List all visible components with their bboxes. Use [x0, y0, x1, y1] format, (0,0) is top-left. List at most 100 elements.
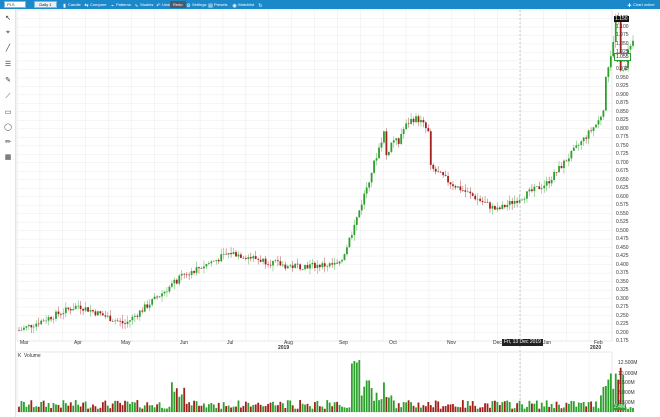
candle-body — [373, 160, 375, 173]
candle-body — [457, 186, 459, 188]
presets-button[interactable]: ▤Presets — [208, 1, 228, 9]
redo-button[interactable]: Redo — [170, 1, 186, 8]
redo-label: Redo — [173, 2, 183, 7]
candle-body — [166, 291, 168, 293]
brush-icon[interactable]: ✎ — [4, 77, 12, 85]
price-chart[interactable] — [16, 9, 660, 417]
candle-body — [207, 263, 210, 265]
candle-body — [212, 260, 215, 262]
price-tick-label: 0.925 — [616, 83, 629, 90]
line-icon[interactable]: ╱ — [4, 45, 12, 53]
candle — [358, 209, 361, 218]
price-tick-label: 0.575 — [616, 202, 629, 209]
volume-bar — [434, 400, 437, 412]
volume-bar — [42, 400, 45, 412]
volume-collapse-icon[interactable]: K — [18, 353, 21, 359]
settings-button[interactable]: ⚙Settings — [186, 1, 206, 9]
volume-bar — [604, 385, 607, 412]
candle-body — [400, 133, 403, 144]
volume-bar — [129, 403, 131, 412]
crosshair-icon[interactable]: ⌖ — [4, 29, 12, 37]
candle-body — [23, 327, 25, 330]
candle-body — [47, 317, 50, 321]
volume-bar — [35, 406, 38, 412]
candle-body — [590, 130, 592, 132]
candle-body — [62, 313, 65, 315]
patterns-button[interactable]: ⌁ Patterns — [110, 1, 131, 9]
volume-bar — [355, 362, 358, 412]
price-tick-label: 0.775 — [616, 134, 629, 141]
candle-body — [538, 186, 541, 190]
volume-bar — [494, 400, 496, 412]
candle-body — [513, 200, 516, 204]
trendline-icon[interactable]: ⟋ — [4, 93, 12, 101]
candle-body — [267, 264, 269, 265]
volume-bar — [212, 404, 215, 412]
candle-body — [129, 320, 131, 322]
symbol-input[interactable]: PLS — [4, 1, 26, 8]
month-label: May — [121, 340, 131, 346]
candle-body — [109, 315, 112, 322]
volume-bar — [225, 406, 228, 412]
volume-bar — [205, 407, 208, 412]
volume-bar — [513, 408, 516, 412]
candle-body — [498, 207, 501, 210]
candle — [604, 76, 607, 112]
candle-body — [220, 254, 223, 262]
volume-bar — [286, 400, 289, 412]
candle-body — [501, 204, 504, 210]
volume-bar — [469, 405, 472, 412]
candle-body — [454, 186, 457, 188]
candle-body — [474, 195, 477, 200]
candle-body — [309, 264, 311, 269]
price-tick-label: 0.525 — [616, 219, 629, 226]
candle-body — [558, 165, 560, 173]
candle-body — [353, 224, 356, 236]
volume-bar — [484, 403, 486, 412]
volume-bar — [279, 401, 282, 412]
volume-bar — [400, 407, 403, 412]
candle — [87, 307, 89, 313]
candle-body — [506, 204, 509, 208]
rectangle-icon[interactable]: ▭ — [4, 109, 12, 117]
volume-bar — [407, 400, 410, 412]
month-label: Mar — [20, 340, 29, 346]
candle-body — [200, 268, 203, 269]
presets-label: Presets — [214, 2, 228, 7]
cursor-icon[interactable]: ↖ — [4, 15, 12, 23]
candle-body — [69, 309, 72, 311]
price-tick-label: 0.250 — [616, 312, 629, 319]
candle-body — [18, 330, 20, 331]
pencil-icon[interactable]: ✏ — [4, 139, 12, 147]
candle-body — [597, 120, 600, 125]
candle-body — [67, 307, 70, 310]
compare-button[interactable]: ⇆Compare — [84, 1, 106, 9]
candle-body — [225, 253, 228, 255]
text-icon[interactable]: ▦ — [4, 154, 12, 162]
candle-body — [395, 138, 398, 141]
period-selector[interactable]: Daily 1 Year — [34, 1, 57, 13]
volume-bar — [57, 404, 60, 412]
candle-body — [375, 158, 378, 161]
refresh-button[interactable]: ↻ — [258, 1, 264, 9]
candle-body — [464, 190, 467, 192]
volume-bar — [533, 403, 536, 412]
volume-bar — [486, 403, 489, 412]
studies-button[interactable]: ∿Studies — [134, 1, 153, 9]
month-label: Nov — [447, 340, 456, 346]
candle-body — [535, 186, 538, 187]
candle-body — [84, 307, 87, 311]
watchlist-button[interactable]: ◉Watchlist — [232, 1, 254, 9]
candle-body — [249, 257, 252, 259]
candle-body — [442, 172, 445, 176]
candle-body — [563, 160, 565, 169]
ellipse-icon[interactable]: ◯ — [4, 124, 12, 132]
candle-button[interactable]: ▮ Candle — [62, 1, 81, 9]
volume-bar — [237, 400, 240, 412]
volume-bar — [380, 399, 383, 412]
volume-bar — [572, 401, 575, 412]
chart-online-link[interactable]: ✚Chart online — [627, 1, 654, 9]
volume-bar — [200, 405, 203, 412]
fibonacci-icon[interactable]: ☰ — [4, 61, 12, 69]
volume-bar — [365, 380, 368, 412]
